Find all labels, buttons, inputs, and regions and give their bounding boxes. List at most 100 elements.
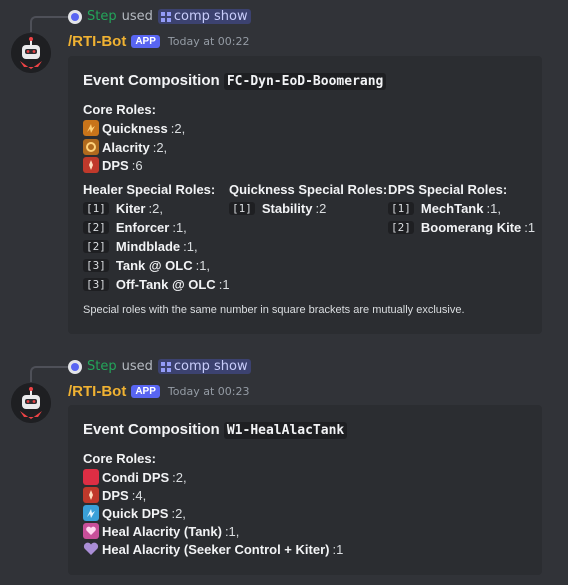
reply-reference[interactable]: Step used comp show [68, 359, 251, 374]
alacrity-icon [83, 139, 99, 155]
core-role-name: Heal Alacrity (Seeker Control + Kiter) [102, 541, 330, 557]
exclusive-group-tag: [1] [83, 202, 109, 215]
message-header: /RTI-Bot APP Today at 00:22 [68, 33, 249, 50]
core-role-name: DPS [102, 487, 129, 503]
slash-command-label: comp show [173, 9, 248, 24]
core-role-row: Heal Alacrity (Seeker Control + Kiter):1 [83, 541, 343, 557]
core-role-row: Quick DPS:2, [83, 505, 186, 521]
core-role-count: :2, [152, 139, 168, 155]
dps-special-roles-title: DPS Special Roles: [388, 182, 508, 197]
embed: Event Composition W1-HealAlacTank Core R… [68, 405, 542, 575]
special-role-count: :2 [315, 201, 327, 216]
exclusive-group-tag: [2] [83, 221, 109, 234]
special-role-row: [2] Boomerang Kite:1 [388, 220, 535, 235]
exclusive-group-tag: [3] [83, 259, 109, 272]
condi-dps-icon [83, 469, 99, 485]
special-role-count: :1, [486, 201, 501, 216]
special-role-name: Mindblade [115, 239, 181, 254]
reply-used-text: used [121, 359, 153, 374]
username[interactable]: /RTI-Bot [68, 33, 126, 50]
special-role-row: [2] Enforcer:1, [83, 220, 187, 235]
exclusive-group-tag: [2] [83, 240, 109, 253]
user-avatar-icon [68, 9, 82, 24]
core-role-count: :2, [172, 469, 187, 485]
core-roles-title: Core Roles: [83, 451, 156, 466]
timestamp[interactable]: Today at 00:22 [168, 35, 250, 48]
slash-command[interactable]: comp show [157, 359, 251, 374]
comp-name-code: FC-Dyn-EoD-Boomerang [223, 73, 387, 90]
heal-alacrity-seeker-icon [83, 541, 99, 557]
reply-connector [30, 16, 68, 32]
reply-username[interactable]: Step [87, 9, 117, 24]
special-role-name: Off-Tank @ OLC [115, 277, 216, 292]
exclusive-group-tag: [2] [388, 221, 414, 234]
special-role-count: :1, [172, 220, 187, 235]
core-role-name: DPS [102, 157, 129, 173]
dps-icon [83, 487, 99, 503]
bot-avatar[interactable] [11, 33, 51, 73]
embed-title: Event Composition FC-Dyn-EoD-Boomerang [83, 72, 387, 90]
reply-connector [30, 366, 68, 382]
core-role-count: :4, [131, 487, 147, 503]
reply-reference[interactable]: Step used comp show [68, 9, 251, 24]
special-role-row: [1] Kiter:2, [83, 201, 163, 216]
quick-dps-icon [83, 505, 99, 521]
exclusive-group-tag: [1] [229, 202, 255, 215]
reply-used-text: used [121, 9, 153, 24]
special-role-name: Stability [261, 201, 313, 216]
core-role-row: Alacrity:2, [83, 139, 167, 155]
special-role-row: [1] Stability:2 [229, 201, 326, 216]
quickness-icon [83, 120, 99, 136]
core-role-row: DPS:4, [83, 487, 146, 503]
core-role-count: :6 [131, 157, 143, 173]
special-role-row: [3] Off-Tank @ OLC:1 [83, 277, 230, 292]
app-badge: APP [131, 35, 160, 48]
special-role-row: [2] Mindblade:1, [83, 239, 198, 254]
healer-special-roles-title: Healer Special Roles: [83, 182, 216, 197]
core-role-name: Alacrity [102, 139, 150, 155]
timestamp[interactable]: Today at 00:23 [168, 385, 250, 398]
core-role-name: Quickness [102, 120, 168, 136]
core-role-name: Condi DPS [102, 469, 170, 485]
app-badge: APP [131, 385, 160, 398]
embed-title-text: Event Composition [83, 72, 220, 89]
message-header: /RTI-Bot APP Today at 00:23 [68, 383, 249, 400]
core-role-count: :2, [171, 505, 186, 521]
dps-icon [83, 157, 99, 173]
special-role-name: Tank @ OLC [115, 258, 193, 273]
username[interactable]: /RTI-Bot [68, 383, 126, 400]
command-icon [160, 11, 171, 22]
core-role-name: Heal Alacrity (Tank) [102, 523, 222, 539]
core-role-name: Quick DPS [102, 505, 169, 521]
exclusive-group-tag: [3] [83, 278, 109, 291]
embed-title-text: Event Composition [83, 421, 220, 438]
slash-command[interactable]: comp show [157, 9, 251, 24]
bot-avatar[interactable] [11, 383, 51, 423]
robot-icon [11, 33, 51, 73]
core-role-row: Quickness:2, [83, 120, 185, 136]
special-role-count: :1, [195, 258, 211, 273]
quickness-special-roles-title: Quickness Special Roles: [229, 182, 388, 197]
embed-title: Event Composition W1-HealAlacTank [83, 421, 348, 439]
reply-username[interactable]: Step [87, 359, 117, 374]
core-role-row: Heal Alacrity (Tank):1, [83, 523, 239, 539]
special-role-row: [1] MechTank:1, [388, 201, 501, 216]
special-role-name: MechTank [420, 201, 484, 216]
core-role-count: :2, [170, 120, 186, 136]
user-avatar-icon [68, 359, 82, 374]
exclusive-group-tag: [1] [388, 202, 414, 215]
core-role-row: Condi DPS:2, [83, 469, 187, 485]
embed-footer-note: Special roles with the same number in sq… [83, 304, 465, 316]
special-role-count: :2, [148, 201, 163, 216]
special-role-row: [3] Tank @ OLC:1, [83, 258, 210, 273]
comp-name-code: W1-HealAlacTank [223, 422, 348, 439]
core-role-row: DPS:6 [83, 157, 143, 173]
heal-alacrity-tank-icon [83, 523, 99, 539]
robot-icon [11, 383, 51, 423]
core-role-count: :1 [332, 541, 344, 557]
core-role-count: :1, [224, 523, 240, 539]
special-role-count: :1 [524, 220, 536, 235]
slash-command-label: comp show [173, 359, 248, 374]
special-role-count: :1 [218, 277, 230, 292]
special-role-name: Enforcer [115, 220, 170, 235]
